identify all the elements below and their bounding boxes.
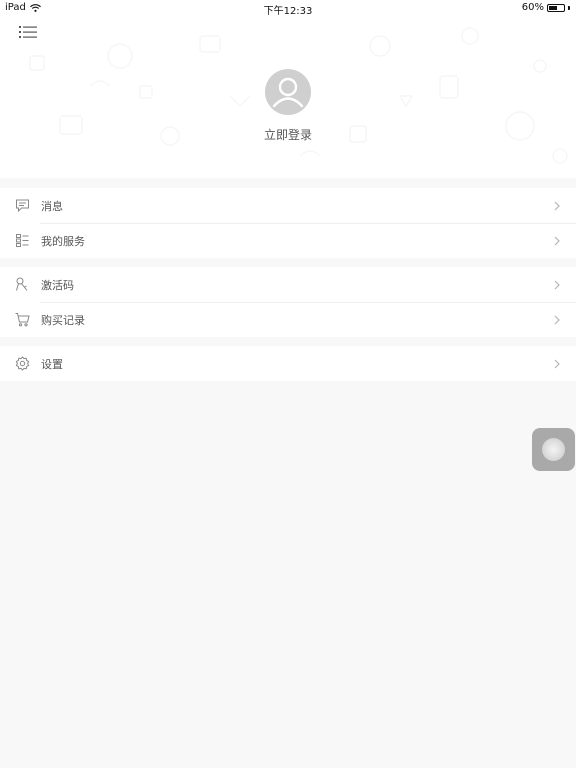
- message-icon: [16, 199, 29, 213]
- battery-tip: [568, 5, 570, 10]
- status-bar: iPad 下午12:33 60%: [0, 0, 576, 17]
- assistive-touch-icon: [542, 438, 565, 461]
- login-link[interactable]: 立即登录: [0, 126, 576, 143]
- menu-item-activation-code[interactable]: 激活码: [0, 267, 576, 302]
- menu-group-1: 消息 我的服务: [0, 188, 576, 258]
- status-right: 60%: [522, 2, 570, 13]
- menu-item-label: 激活码: [41, 278, 74, 292]
- chevron-right-icon: [554, 280, 560, 290]
- screen: iPad 下午12:33 60% 立即登录 消息 我的服务 激活码 购买记录 设…: [0, 0, 576, 768]
- menu-item-purchase-history[interactable]: 购买记录: [0, 302, 576, 337]
- battery-percent: 60%: [521, 2, 544, 13]
- menu-item-messages[interactable]: 消息: [0, 188, 576, 223]
- chevron-right-icon: [554, 315, 560, 325]
- hamburger-menu-icon[interactable]: [19, 24, 39, 40]
- service-list-icon: [16, 234, 29, 247]
- avatar[interactable]: [265, 69, 311, 115]
- menu-item-settings[interactable]: 设置: [0, 346, 576, 381]
- profile-header: 立即登录: [0, 16, 576, 178]
- menu-item-label: 我的服务: [41, 234, 85, 248]
- default-user-avatar-icon: [272, 77, 304, 108]
- shopping-cart-icon: [15, 313, 30, 327]
- assistive-touch-button[interactable]: [532, 428, 575, 471]
- status-time: 下午12:33: [263, 6, 313, 17]
- menu-item-label: 消息: [41, 199, 63, 213]
- menu-group-3: 设置: [0, 346, 576, 381]
- menu-item-my-services[interactable]: 我的服务: [0, 223, 576, 258]
- battery-level-fill: [549, 5, 557, 10]
- activation-key-icon: [16, 277, 28, 291]
- menu-item-label: 设置: [41, 357, 63, 371]
- chevron-right-icon: [554, 236, 560, 246]
- chevron-right-icon: [554, 359, 560, 369]
- menu-group-2: 激活码 购买记录: [0, 267, 576, 337]
- menu-item-label: 购买记录: [41, 313, 85, 327]
- settings-gear-icon: [15, 356, 30, 371]
- chevron-right-icon: [554, 201, 560, 211]
- battery-icon: [547, 3, 565, 12]
